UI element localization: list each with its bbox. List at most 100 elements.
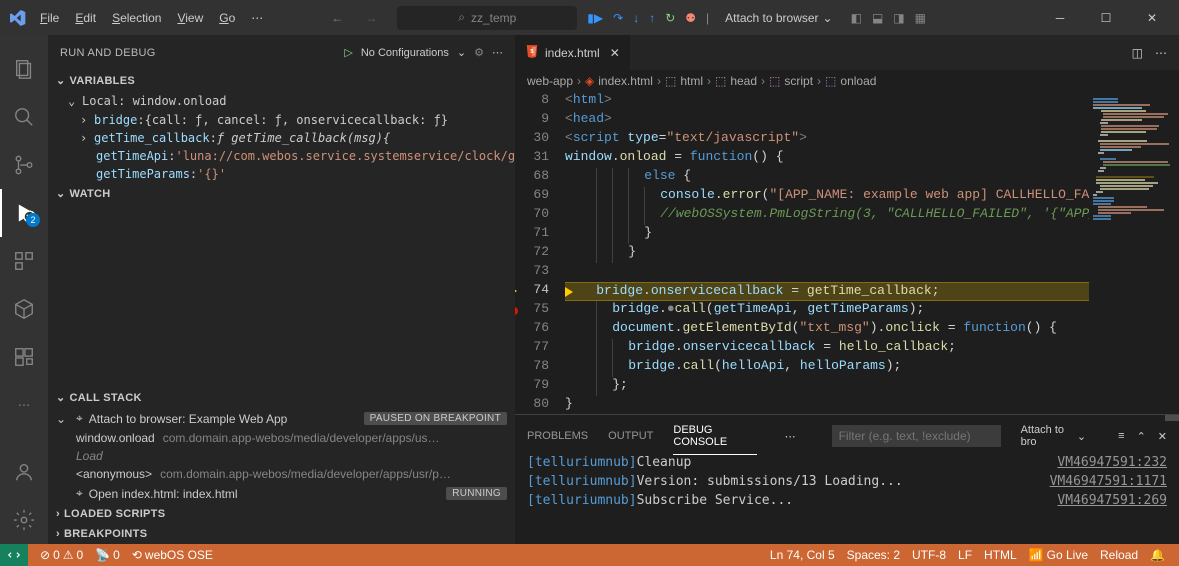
- activity-more-icon[interactable]: ⋯: [0, 381, 48, 429]
- breadcrumb-item[interactable]: html: [680, 74, 703, 88]
- breadcrumb-item[interactable]: script: [784, 74, 813, 88]
- callstack-target[interactable]: ⌄ ⌖ Attach to browser: Example Web App P…: [48, 408, 515, 429]
- status-golive[interactable]: 📶Go Live: [1023, 548, 1094, 562]
- attach-select[interactable]: Attach to browser ⌄: [717, 7, 840, 29]
- activity-extensions-icon[interactable]: [0, 237, 48, 285]
- variable-row[interactable]: getTimeParams: '{}': [48, 165, 515, 183]
- more-icon[interactable]: ⋯: [1155, 46, 1167, 60]
- debug-step-out-icon[interactable]: ↑: [649, 11, 655, 25]
- variable-row[interactable]: ›getTime_callback: ƒ getTime_callback(ms…: [48, 129, 515, 147]
- menu-edit[interactable]: Edit: [67, 5, 104, 31]
- callstack-frame[interactable]: Load: [48, 447, 515, 465]
- debug-alt-icon: ⟲: [132, 548, 142, 562]
- activity-settings-icon[interactable]: [0, 496, 48, 544]
- activity-debug-icon[interactable]: 2: [0, 189, 48, 237]
- code-lines[interactable]: <html> <head> <script type="text/javascr…: [565, 92, 1089, 414]
- radio-icon: 📡: [95, 548, 110, 562]
- variable-row[interactable]: ›bridge: {call: ƒ, cancel: ƒ, onservicec…: [48, 111, 515, 129]
- menu-go[interactable]: Go: [211, 5, 243, 31]
- callstack-open[interactable]: ⌖ Open index.html: index.html RUNNING: [48, 483, 515, 504]
- close-icon[interactable]: ✕: [610, 46, 620, 60]
- remote-icon[interactable]: [0, 544, 28, 566]
- gear-icon[interactable]: ⚙: [474, 46, 484, 59]
- nav-back-icon[interactable]: ←: [331, 11, 343, 25]
- bottom-panel: PROBLEMS OUTPUT DEBUG CONSOLE ⋯ Attach t…: [515, 414, 1179, 544]
- status-errors[interactable]: ⊘0 ⚠0: [34, 548, 89, 562]
- debug-step-over-icon[interactable]: ↷: [613, 11, 623, 25]
- debug-step-into-icon[interactable]: ↓: [633, 11, 639, 25]
- callstack-header[interactable]: ⌄CALL STACK: [48, 387, 515, 408]
- status-language[interactable]: HTML: [978, 548, 1023, 562]
- status-reload[interactable]: Reload: [1094, 548, 1144, 562]
- panel-right-icon[interactable]: ◨: [893, 11, 904, 25]
- status-eol[interactable]: LF: [952, 548, 978, 562]
- status-ports[interactable]: 📡0: [89, 548, 126, 562]
- breadcrumb-item[interactable]: index.html: [598, 74, 653, 88]
- status-position[interactable]: Ln 74, Col 5: [764, 548, 841, 562]
- window-maximize-icon[interactable]: ☐: [1083, 0, 1129, 35]
- menu-selection[interactable]: Selection: [104, 5, 169, 31]
- console-loc-link[interactable]: VM46947591:1171: [1050, 474, 1167, 493]
- status-encoding[interactable]: UTF-8: [906, 548, 952, 562]
- debug-restart-icon[interactable]: ↻: [665, 11, 675, 25]
- tab-output[interactable]: OUTPUT: [608, 424, 653, 448]
- variable-row[interactable]: getTimeApi: 'luna://com.webos.service.sy…: [48, 147, 515, 165]
- customize-layout-icon[interactable]: ▦: [915, 11, 926, 25]
- panel-left-icon[interactable]: ◧: [851, 11, 862, 25]
- menu-file[interactable]: File: [32, 5, 67, 31]
- status-debug-target[interactable]: ⟲webOS OSE: [126, 548, 219, 562]
- tab-problems[interactable]: PROBLEMS: [527, 424, 588, 448]
- activity-search-icon[interactable]: [0, 93, 48, 141]
- loaded-scripts-header[interactable]: ›LOADED SCRIPTS: [48, 504, 515, 524]
- line-number: 75: [515, 301, 549, 320]
- breadcrumb-item[interactable]: head: [730, 74, 757, 88]
- debug-disconnect-icon[interactable]: ⚉: [685, 11, 696, 25]
- tab-index-html[interactable]: 5 index.html ✕: [515, 35, 631, 70]
- console-loc-link[interactable]: VM46947591:232: [1057, 455, 1167, 474]
- console-attach-select[interactable]: Attach to bro⌄: [1021, 424, 1087, 448]
- split-editor-icon[interactable]: ◫: [1132, 46, 1143, 60]
- clear-console-icon[interactable]: ≡: [1118, 430, 1124, 442]
- activity-account-icon[interactable]: [0, 448, 48, 496]
- menu-view[interactable]: View: [169, 5, 211, 31]
- breakpoints-header[interactable]: ›BREAKPOINTS: [48, 524, 515, 544]
- activity-blocks-icon[interactable]: [0, 333, 48, 381]
- code-area[interactable]: 8 9 30 31 68 69 70 71 72 73 74 75 76 77: [515, 92, 1179, 414]
- callstack-frame[interactable]: window.onload com.domain.app-webos/media…: [48, 429, 515, 447]
- tab-debug-console[interactable]: DEBUG CONSOLE: [673, 418, 756, 455]
- activity-source-control-icon[interactable]: [0, 141, 48, 189]
- panel-bottom-icon[interactable]: ⬓: [872, 11, 883, 25]
- title-bar: File Edit Selection View Go ⋯ ← → ⌕ zz_t…: [0, 0, 1179, 35]
- breadcrumb-item[interactable]: onload: [840, 74, 876, 88]
- nav-forward-icon[interactable]: →: [365, 11, 377, 25]
- breakpoint-arrow-icon: [515, 285, 517, 297]
- watch-header[interactable]: ⌄WATCH: [48, 183, 515, 204]
- minimap[interactable]: [1089, 92, 1179, 414]
- more-icon[interactable]: ⋯: [492, 46, 503, 59]
- debug-toolbar: ▮▶ ↷ ↓ ↑ ↻ ⚉ |: [587, 11, 709, 25]
- console-output[interactable]: [telluriumnub] CleanupVM46947591:232 [te…: [515, 451, 1179, 544]
- panel-chevron-icon[interactable]: ⌃: [1137, 430, 1146, 443]
- search-box[interactable]: ⌕ zz_temp: [397, 6, 577, 30]
- breakpoint-dot-icon[interactable]: [515, 307, 518, 315]
- breadcrumb-item[interactable]: web-app: [527, 74, 573, 88]
- debug-pause-bar-icon[interactable]: ▮▶: [587, 11, 603, 25]
- status-spaces[interactable]: Spaces: 2: [841, 548, 906, 562]
- window-minimize-icon[interactable]: ─: [1037, 0, 1083, 35]
- callstack-frame[interactable]: <anonymous> com.domain.app-webos/media/d…: [48, 465, 515, 483]
- gutter: 8 9 30 31 68 69 70 71 72 73 74 75 76 77: [515, 92, 565, 414]
- breadcrumb[interactable]: web-app› ◈index.html› ⬚html› ⬚head› ⬚scr…: [515, 70, 1179, 92]
- activity-explorer-icon[interactable]: [0, 45, 48, 93]
- activity-box-icon[interactable]: [0, 285, 48, 333]
- debug-config-select[interactable]: ▷ No Configurations ⌄: [344, 46, 466, 59]
- console-loc-link[interactable]: VM46947591:269: [1057, 493, 1167, 512]
- status-bell-icon[interactable]: 🔔: [1144, 548, 1171, 562]
- panel-close-icon[interactable]: ✕: [1158, 430, 1167, 443]
- panel-more-icon[interactable]: ⋯: [777, 424, 804, 449]
- filter-input[interactable]: [832, 425, 1001, 447]
- menu-more-icon[interactable]: ⋯: [243, 5, 271, 31]
- activity-bar: 2 ⋯: [0, 35, 48, 544]
- variable-scope[interactable]: ⌄Local: window.onload: [48, 91, 515, 111]
- window-close-icon[interactable]: ✕: [1129, 0, 1175, 35]
- variables-header[interactable]: ⌄VARIABLES: [48, 70, 515, 91]
